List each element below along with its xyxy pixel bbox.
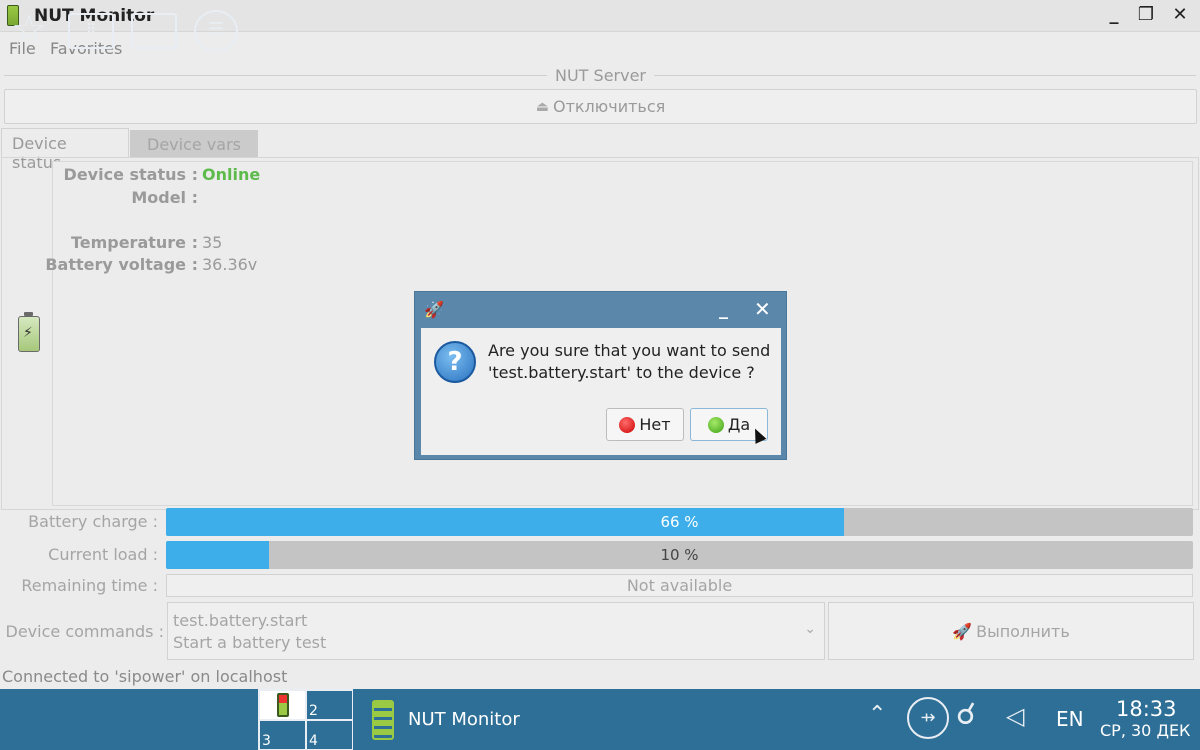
usb-icon[interactable]: ⇸ <box>907 697 949 739</box>
device-status-row: Device status : <box>52 165 198 187</box>
workspace-2[interactable]: 2 <box>306 690 353 720</box>
device-status-value: Online <box>202 165 261 184</box>
execute-button[interactable]: 🚀 Выполнить <box>828 602 1194 660</box>
clock-date[interactable]: СР, 30 ДЕК <box>1100 721 1190 740</box>
workspace-pager[interactable]: 2 3 4 <box>258 689 353 750</box>
current-load-label: Current load : <box>48 545 158 564</box>
device-status-label: Device status : <box>63 165 198 184</box>
workspace-3-label: 3 <box>262 733 271 749</box>
task-name: NUT Monitor <box>408 709 520 730</box>
dialog-minimize-button[interactable]: _ <box>719 299 728 320</box>
current-load-bar: 10 % <box>166 541 1193 569</box>
temperature-value: 35 <box>202 233 223 252</box>
remaining-time-label: Remaining time : <box>21 576 158 595</box>
battery-status-icon: ⚡ <box>18 312 40 352</box>
device-commands-label: Device commands : <box>5 622 164 641</box>
device-commands-select[interactable]: test.battery.start Start a battery test … <box>167 602 825 660</box>
selected-command-description: Start a battery test <box>173 633 327 652</box>
network-antenna-icon[interactable]: ☌ <box>956 697 976 732</box>
chevron-up-icon[interactable]: ⌃ <box>868 702 886 727</box>
red-dot-icon <box>619 416 636 433</box>
app-launcher-icon[interactable]: ⠿ <box>68 13 114 49</box>
workspace-4-label: 4 <box>309 733 318 749</box>
battery-thumbnail-icon <box>277 693 289 717</box>
rocket-icon: 🚀 <box>424 300 444 319</box>
minimize-button[interactable]: _ <box>1102 4 1126 28</box>
status-bar-text: Connected to 'sipower' on localhost <box>2 667 288 686</box>
battery-app-icon <box>372 699 394 740</box>
taskbar-task-nut-monitor[interactable]: NUT Monitor <box>366 690 520 749</box>
disconnect-label: Отключиться <box>552 97 666 116</box>
window-titlebar[interactable]: NUT Monitor _ ❐ ✕ <box>0 0 1200 32</box>
battery-voltage-value: 36.36v <box>202 255 258 274</box>
model-row: Model : <box>52 188 198 210</box>
battery-charge-text: 66 % <box>660 513 699 531</box>
clock-time[interactable]: 18:33 <box>1116 697 1177 721</box>
battery-charge-label: Battery charge : <box>28 512 158 531</box>
execute-label: Выполнить <box>976 621 1070 641</box>
no-label: Нет <box>639 415 671 434</box>
plug-icon: ⏏ <box>535 98 549 115</box>
no-button[interactable]: Нет <box>606 408 684 441</box>
close-button[interactable]: ✕ <box>1168 4 1192 28</box>
disconnect-button[interactable]: ⏏ Отключиться <box>4 89 1197 124</box>
dialog-close-button[interactable]: ✕ <box>754 297 771 321</box>
current-load-text: 10 % <box>660 546 699 564</box>
battery-voltage-label: Battery voltage : <box>45 255 198 274</box>
chevron-down-icon: ⌄ <box>804 621 816 637</box>
temperature-row: Temperature : <box>52 233 198 255</box>
dialog-titlebar[interactable]: 🚀 _ ✕ <box>415 292 786 328</box>
remaining-time-value: Not available <box>166 574 1193 597</box>
dialog-message: Are you sure that you want to send 'test… <box>488 340 770 384</box>
temperature-label: Temperature : <box>70 233 198 252</box>
model-label: Model : <box>131 188 198 207</box>
selected-command: test.battery.start <box>173 611 308 630</box>
server-group-title: NUT Server <box>547 66 655 85</box>
file-manager-icon[interactable]: ☰ <box>194 10 238 52</box>
yes-label: Да <box>727 415 751 434</box>
workspace-3[interactable]: 3 <box>259 720 306 750</box>
keyboard-layout[interactable]: EN <box>1056 707 1084 731</box>
dialog-body: ? Are you sure that you want to send 'te… <box>421 328 781 455</box>
dialog-message-line2: 'test.battery.start' to the device ? <box>488 363 755 382</box>
confirm-dialog: 🚀 _ ✕ ? Are you sure that you want to se… <box>414 291 787 460</box>
start-menu-star-icon[interactable]: ☆ <box>6 8 52 54</box>
workspace-1[interactable] <box>259 690 306 720</box>
question-icon: ? <box>434 341 476 383</box>
battery-voltage-row: Battery voltage : <box>45 255 198 277</box>
green-dot-icon <box>707 416 724 433</box>
battery-charge-bar: 66 % <box>166 508 1193 536</box>
tab-device-vars[interactable]: Device vars <box>130 130 258 157</box>
dialog-message-line1: Are you sure that you want to send <box>488 341 771 360</box>
maximize-button[interactable]: ❐ <box>1134 4 1158 28</box>
workspace-4[interactable]: 4 <box>306 720 353 750</box>
workspace-2-label: 2 <box>309 703 318 719</box>
speaker-icon[interactable]: ◁ <box>1006 702 1024 730</box>
windows-overview-icon[interactable] <box>131 13 177 49</box>
tab-device-status[interactable]: Device status <box>1 128 129 172</box>
rocket-icon: 🚀 <box>952 621 973 641</box>
plug-icon: ⚡ <box>23 325 33 341</box>
